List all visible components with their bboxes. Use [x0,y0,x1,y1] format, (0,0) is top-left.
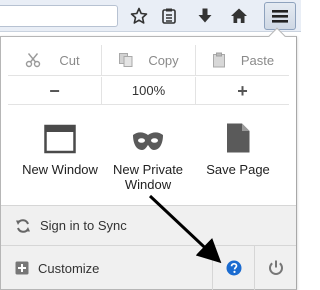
help-button[interactable] [212,246,254,290]
save-page-button[interactable]: Save Page [190,118,286,198]
new-private-window-button[interactable]: New Private Window [100,118,196,198]
cut-button[interactable]: Cut [8,45,102,75]
footer-bottom-row: Customize [1,246,296,290]
home-icon[interactable] [227,4,251,28]
customize-label: Customize [38,260,100,276]
new-window-button[interactable]: New Window [12,118,108,198]
scissors-icon [25,53,40,68]
paste-label: Paste [240,52,275,68]
save-page-label: Save Page [206,162,270,177]
browser-toolbar [0,0,301,32]
url-bar[interactable] [0,5,118,27]
cut-label: Cut [59,52,80,68]
zoom-in-button[interactable]: + [196,77,289,104]
edit-controls: Cut Copy Paste [8,45,289,76]
zoom-out-button[interactable]: − [8,77,102,104]
sync-icon [16,218,30,233]
new-private-window-label: New Private Window [112,162,184,192]
save-page-icon [225,118,251,154]
copy-button[interactable]: Copy [102,45,196,75]
reading-list-icon[interactable] [157,4,181,28]
bookmark-star-icon[interactable] [127,4,151,28]
sign-in-to-sync-button[interactable]: Sign in to Sync [1,206,296,246]
zoom-in-symbol: + [237,80,248,101]
download-icon[interactable] [193,4,217,28]
panel-footer: Sign in to Sync Customize [1,205,296,290]
menu-hamburger-icon[interactable] [264,2,296,30]
paste-icon [212,52,225,68]
help-icon [226,260,241,276]
new-window-icon [44,118,76,154]
zoom-level: 100% [131,83,166,98]
zoom-reset-button[interactable]: 100% [102,77,196,104]
power-icon [268,260,283,275]
quit-button[interactable] [254,246,296,290]
zoom-controls: − 100% + [8,77,289,105]
paste-button[interactable]: Paste [196,45,289,75]
sync-label: Sign in to Sync [40,218,127,233]
customize-plus-icon [15,261,29,275]
copy-icon [119,53,133,67]
copy-label: Copy [148,52,179,68]
customize-button[interactable]: Customize [1,246,212,290]
zoom-out-symbol: − [49,80,60,101]
private-mask-icon [132,118,164,154]
new-window-label: New Window [22,162,98,177]
